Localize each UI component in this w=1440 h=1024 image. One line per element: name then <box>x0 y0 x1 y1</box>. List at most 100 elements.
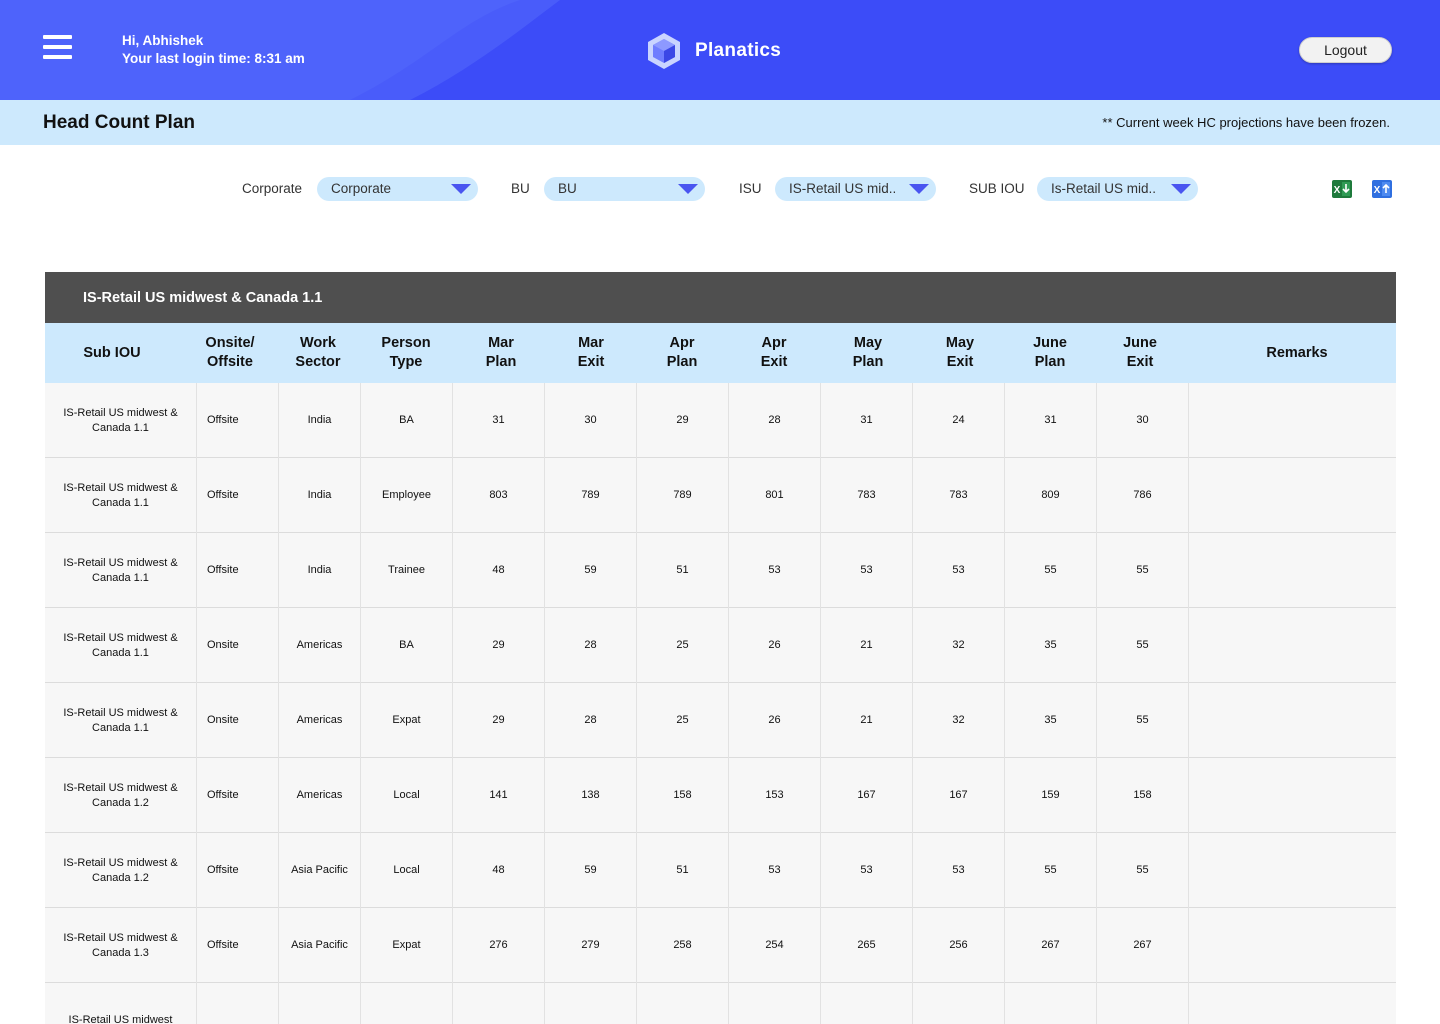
cell-remarks[interactable] <box>1189 383 1396 458</box>
isu-select-value: IS-Retail US mid.. <box>789 181 897 196</box>
cell-mar-exit: 279 <box>545 908 637 983</box>
page-title: Head Count Plan <box>43 112 196 133</box>
cell-onsite-offsite <box>197 983 279 1024</box>
bu-filter-label: BU <box>511 181 530 196</box>
cell-sub-iou: IS-Retail US midwest & Canada 1.1 <box>45 608 197 683</box>
cell-work-sector: Asia Pacific <box>279 833 361 908</box>
cell-apr-exit: 254 <box>729 908 821 983</box>
cell-apr-plan: 789 <box>637 458 729 533</box>
cell-remarks[interactable] <box>1189 833 1396 908</box>
cell-sub-iou: IS-Retail US midwest & Canada 1.3 <box>45 908 197 983</box>
cell-may-exit: 32 <box>913 683 1005 758</box>
cell-onsite-offsite: Offsite <box>197 833 279 908</box>
cell-mar-plan: 48 <box>453 533 545 608</box>
logout-button[interactable]: Logout <box>1299 37 1392 63</box>
cell-june-exit: 267 <box>1097 908 1189 983</box>
cell-apr-plan: 51 <box>637 533 729 608</box>
cell-mar-exit <box>545 983 637 1024</box>
cell-mar-plan: 31 <box>453 383 545 458</box>
brand: Planatics <box>646 32 781 70</box>
cell-work-sector: India <box>279 383 361 458</box>
cell-mar-exit: 138 <box>545 758 637 833</box>
cell-onsite-offsite: Onsite <box>197 683 279 758</box>
cell-may-plan: 167 <box>821 758 913 833</box>
cell-june-plan: 159 <box>1005 758 1097 833</box>
table-row[interactable]: IS-Retail US midwest & Canada 1.1 Onsite A… <box>45 683 1396 758</box>
column-header-mar-exit[interactable]: Mar Exit <box>567 323 615 383</box>
cell-may-plan: 265 <box>821 908 913 983</box>
hexagon-cube-logo-icon <box>648 33 680 69</box>
cell-may-exit: 24 <box>913 383 1005 458</box>
isu-select[interactable]: IS-Retail US mid.. <box>775 177 936 201</box>
cell-work-sector: Americas <box>279 608 361 683</box>
corporate-select[interactable]: Corporate <box>317 177 478 201</box>
cell-remarks[interactable] <box>1189 683 1396 758</box>
cell-work-sector: Americas <box>279 758 361 833</box>
chevron-down-icon <box>678 184 698 194</box>
column-header-june-exit[interactable]: June Exit <box>1116 323 1164 383</box>
cell-remarks[interactable] <box>1189 533 1396 608</box>
page-header-bar: Head Count Plan ** Current week HC proje… <box>0 100 1440 145</box>
svg-text:X: X <box>1374 185 1381 196</box>
cell-sub-iou: IS-Retail US midwest & Canada 1.1 <box>45 458 197 533</box>
column-header-apr-exit[interactable]: Apr Exit <box>750 323 798 383</box>
cell-may-plan: 31 <box>821 383 913 458</box>
cell-work-sector <box>279 983 361 1024</box>
column-header-work-sector[interactable]: Work Sector <box>285 323 351 383</box>
bu-select-value: BU <box>558 181 577 196</box>
hamburger-menu-icon[interactable] <box>43 35 72 63</box>
cell-mar-plan: 29 <box>453 608 545 683</box>
column-header-apr-plan[interactable]: Apr Plan <box>658 323 706 383</box>
cell-june-exit: 158 <box>1097 758 1189 833</box>
cell-onsite-offsite: Onsite <box>197 608 279 683</box>
table-row[interactable]: IS-Retail US midwest & Canada 1.1 Offsite… <box>45 533 1396 608</box>
cell-june-plan <box>1005 983 1097 1024</box>
sub-iou-select[interactable]: Is-Retail US mid.. <box>1037 177 1198 201</box>
cell-remarks[interactable] <box>1189 608 1396 683</box>
chevron-down-icon <box>1171 184 1191 194</box>
cell-person-type: Local <box>361 758 453 833</box>
table-row[interactable]: IS-Retail US midwest <box>45 983 1396 1024</box>
column-header-june-plan[interactable]: June Plan <box>1026 323 1074 383</box>
column-header-mar-plan[interactable]: Mar Plan <box>477 323 525 383</box>
cell-apr-exit <box>729 983 821 1024</box>
cell-apr-exit: 53 <box>729 833 821 908</box>
table-row[interactable]: IS-Retail US midwest & Canada 1.2 Offsite… <box>45 758 1396 833</box>
cell-mar-exit: 59 <box>545 533 637 608</box>
cell-may-exit <box>913 983 1005 1024</box>
column-header-onsite-offsite[interactable]: Onsite/ Offsite <box>197 323 263 383</box>
column-header-sub-iou[interactable]: Sub IOU <box>45 323 179 383</box>
cell-remarks[interactable] <box>1189 458 1396 533</box>
table-row[interactable]: IS-Retail US midwest & Canada 1.1 Offsite… <box>45 383 1396 458</box>
bu-select[interactable]: BU <box>544 177 705 201</box>
cell-apr-plan: 158 <box>637 758 729 833</box>
column-header-may-plan[interactable]: May Plan <box>844 323 892 383</box>
cell-remarks[interactable] <box>1189 983 1396 1024</box>
excel-upload-icon[interactable]: X <box>1372 180 1392 198</box>
cell-onsite-offsite: Offsite <box>197 758 279 833</box>
column-header-may-exit[interactable]: May Exit <box>936 323 984 383</box>
cell-june-exit: 55 <box>1097 608 1189 683</box>
column-header-person-type[interactable]: Person Type <box>371 323 441 383</box>
table-row[interactable]: IS-Retail US midwest & Canada 1.1 Onsite A… <box>45 608 1396 683</box>
cell-june-plan: 35 <box>1005 683 1097 758</box>
cell-sub-iou: IS-Retail US midwest & Canada 1.2 <box>45 758 197 833</box>
table-group-title: IS-Retail US midwest & Canada 1.1 <box>45 272 1396 323</box>
cell-apr-exit: 28 <box>729 383 821 458</box>
cell-work-sector: Americas <box>279 683 361 758</box>
cell-remarks[interactable] <box>1189 908 1396 983</box>
excel-download-icon[interactable]: X <box>1332 180 1352 198</box>
cell-onsite-offsite: Offsite <box>197 458 279 533</box>
app-name: Planatics <box>695 40 782 61</box>
cell-june-plan: 809 <box>1005 458 1097 533</box>
column-header-remarks[interactable]: Remarks <box>1245 323 1349 383</box>
cell-june-plan: 267 <box>1005 908 1097 983</box>
table-row[interactable]: IS-Retail US midwest & Canada 1.3 Offsite… <box>45 908 1396 983</box>
table-row[interactable]: IS-Retail US midwest & Canada 1.2 Offsite… <box>45 833 1396 908</box>
cell-mar-exit: 30 <box>545 383 637 458</box>
cell-june-exit: 786 <box>1097 458 1189 533</box>
cell-remarks[interactable] <box>1189 758 1396 833</box>
table-row[interactable]: IS-Retail US midwest & Canada 1.1 Offsite… <box>45 458 1396 533</box>
last-login-time: Your last login time: 8:31 am <box>122 51 305 66</box>
cell-may-plan <box>821 983 913 1024</box>
